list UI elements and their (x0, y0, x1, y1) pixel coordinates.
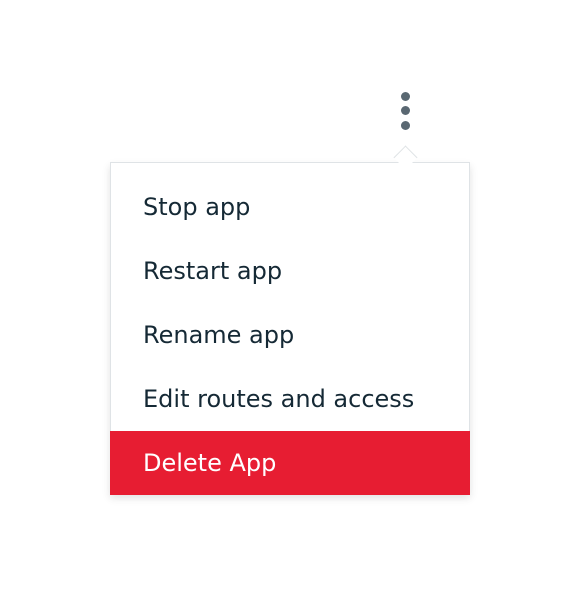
overflow-menu-demo: Stop app Restart app Rename app Edit rou… (0, 0, 580, 600)
overflow-dot-icon (401, 106, 410, 115)
menu-item-edit-routes[interactable]: Edit routes and access (111, 367, 469, 431)
menu-item-delete-app[interactable]: Delete App (110, 431, 470, 495)
overflow-dot-icon (401, 121, 410, 130)
menu-item-stop-app[interactable]: Stop app (111, 175, 469, 239)
overflow-dot-icon (401, 92, 410, 101)
overflow-menu-button[interactable] (392, 86, 420, 136)
overflow-menu: Stop app Restart app Rename app Edit rou… (110, 162, 470, 495)
menu-item-restart-app[interactable]: Restart app (111, 239, 469, 303)
overflow-menu-list: Stop app Restart app Rename app Edit rou… (110, 163, 470, 495)
menu-item-rename-app[interactable]: Rename app (111, 303, 469, 367)
